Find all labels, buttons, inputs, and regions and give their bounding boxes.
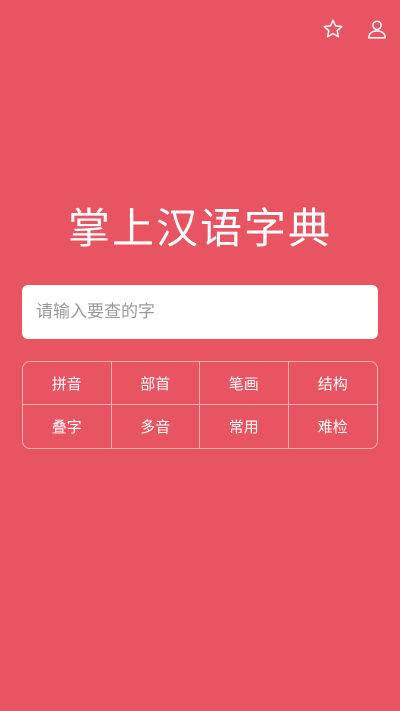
- lookup-mode-grid: 拼音 部首 笔画 结构 叠字 多音 常用 难检: [22, 361, 378, 449]
- app-title: 掌上汉语字典: [67, 204, 332, 253]
- search-box[interactable]: [22, 284, 378, 340]
- user-icon[interactable]: [366, 18, 388, 40]
- lookup-mode-polyphonic[interactable]: 多音: [112, 405, 200, 448]
- lookup-mode-radical[interactable]: 部首: [111, 362, 200, 405]
- star-icon[interactable]: [322, 18, 344, 40]
- search-input[interactable]: [34, 284, 378, 340]
- top-toolbar: [322, 18, 388, 40]
- lookup-mode-stroke[interactable]: 笔画: [200, 362, 289, 405]
- lookup-mode-pinyin[interactable]: 拼音: [23, 362, 112, 405]
- lookup-mode-hard[interactable]: 难检: [289, 405, 378, 448]
- lookup-mode-structure[interactable]: 结构: [288, 362, 377, 405]
- lookup-mode-common[interactable]: 常用: [200, 405, 289, 448]
- lookup-mode-reduplicated[interactable]: 叠字: [23, 405, 112, 448]
